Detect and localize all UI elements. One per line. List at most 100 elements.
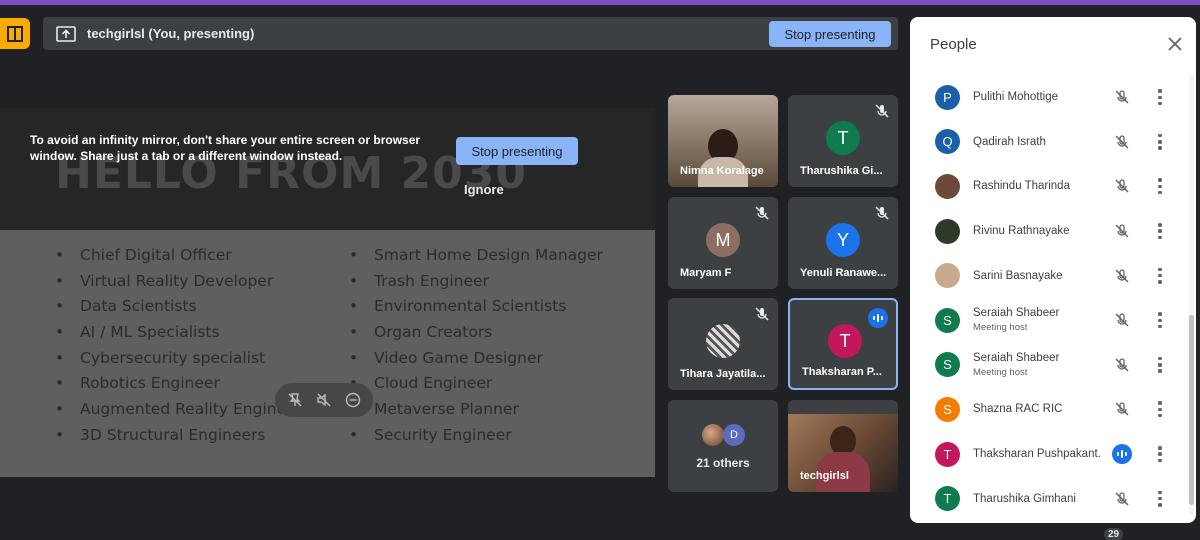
more-options-icon[interactable] — [1158, 356, 1162, 373]
avatar: S — [935, 352, 960, 378]
participant-name: Tharushika Gi... — [800, 165, 883, 177]
list-item: 3D Structural Engineers — [55, 426, 310, 452]
mic-off-icon — [1115, 269, 1129, 283]
list-item[interactable]: Rashindu Tharinda — [910, 164, 1188, 209]
right-job-list: Smart Home Design Manager Trash Engineer… — [349, 246, 603, 452]
participant-name: Pulithi Mohottige — [973, 91, 1059, 104]
close-icon[interactable] — [1166, 35, 1184, 53]
list-item[interactable]: Sarini Basnayake — [910, 253, 1188, 298]
list-item: Smart Home Design Manager — [349, 246, 603, 272]
participant-list: P Pulithi Mohottige Q Qadirah Israth Ras… — [910, 75, 1188, 521]
list-item[interactable]: S Seraiah Shabeer Meeting host — [910, 343, 1188, 388]
participant-name: Shazna RAC RIC — [973, 403, 1063, 416]
avatar: D — [723, 424, 745, 446]
participant-name: Thaksharan Pushpakant... — [973, 448, 1101, 461]
list-item: Cloud Engineer — [349, 374, 603, 400]
unpin-icon[interactable] — [285, 390, 305, 410]
people-scrollbar[interactable] — [1189, 75, 1194, 515]
participant-name: Seraiah Shabeer — [973, 351, 1060, 364]
participant-tile[interactable]: T Tharushika Gi... — [788, 95, 898, 187]
avatar: M — [706, 223, 740, 257]
list-item: Virtual Reality Developer — [55, 272, 310, 298]
list-item: Augmented Reality Engineers — [55, 400, 310, 426]
warning-text: To avoid an infinity mirror, don't share… — [30, 133, 421, 163]
participant-name: Nimna Koralage — [680, 165, 764, 177]
avatar — [935, 263, 960, 289]
remove-tile-icon[interactable] — [343, 390, 363, 410]
mic-off-icon — [1115, 135, 1129, 149]
warning-stop-presenting-button[interactable]: Stop presenting — [456, 137, 578, 165]
meet-logo-icon[interactable] — [0, 18, 30, 49]
participant-tile-active[interactable]: T Thaksharan P... — [788, 298, 898, 390]
list-item[interactable]: T Thaksharan Pushpakant... — [910, 432, 1188, 477]
list-item[interactable]: T Tharushika Gimhani — [910, 476, 1188, 521]
more-options-icon[interactable] — [1158, 446, 1162, 463]
mic-off-icon — [755, 307, 769, 321]
more-options-icon[interactable] — [1158, 178, 1162, 195]
mic-off-icon — [755, 206, 769, 220]
others-tile[interactable]: D 21 others — [668, 400, 778, 492]
participant-tile[interactable]: Tihara Jayatila... — [668, 298, 778, 390]
people-panel-title: People — [930, 36, 977, 53]
presenting-title: techgirlsl (You, presenting) — [87, 26, 255, 41]
stop-presenting-button[interactable]: Stop presenting — [769, 21, 891, 47]
more-options-icon[interactable] — [1158, 490, 1162, 507]
avatar: Q — [935, 129, 960, 155]
participant-name: Tihara Jayatila... — [680, 368, 766, 380]
avatar — [935, 173, 960, 199]
participant-tile[interactable]: Y Yenuli Ranawe... — [788, 197, 898, 289]
infinity-mirror-warning: HELLO FROM 2030 To avoid an infinity mir… — [0, 108, 655, 230]
more-options-icon[interactable] — [1158, 133, 1162, 150]
top-accent-strip — [0, 0, 1200, 5]
scrollbar-thumb[interactable] — [1189, 315, 1194, 505]
participant-name: Thaksharan P... — [802, 366, 882, 378]
more-options-icon[interactable] — [1158, 223, 1162, 240]
mic-off-icon — [1115, 402, 1129, 416]
avatar — [935, 218, 960, 244]
avatar: T — [935, 441, 960, 467]
more-options-icon[interactable] — [1158, 89, 1162, 106]
left-job-list: Chief Digital Officer Virtual Reality De… — [55, 246, 310, 452]
list-item: Video Game Designer — [349, 349, 603, 375]
participant-tile[interactable]: Nimna Koralage — [668, 95, 778, 187]
list-item: Data Scientists — [55, 297, 310, 323]
list-item: Environmental Scientists — [349, 297, 603, 323]
list-item[interactable]: S Shazna RAC RIC — [910, 387, 1188, 432]
mic-off-icon — [1115, 179, 1129, 193]
mic-off-icon — [1115, 224, 1129, 238]
list-item[interactable]: S Seraiah Shabeer Meeting host — [910, 298, 1188, 343]
more-options-icon[interactable] — [1158, 312, 1162, 329]
host-role-label: Meeting host — [973, 366, 1028, 378]
more-options-icon[interactable] — [1158, 401, 1162, 418]
participant-name: techgirlsl — [800, 470, 849, 482]
ignore-button[interactable]: Ignore — [464, 182, 504, 197]
self-tile[interactable]: techgirlsl — [788, 400, 898, 492]
mute-tile-icon[interactable] — [314, 390, 334, 410]
more-options-icon[interactable] — [1158, 267, 1162, 284]
mic-off-icon — [1115, 358, 1129, 372]
list-item: Organ Creators — [349, 323, 603, 349]
participant-name: Sarini Basnayake — [973, 269, 1063, 282]
avatar: T — [828, 324, 862, 358]
list-item[interactable]: P Pulithi Mohottige — [910, 75, 1188, 120]
others-count: 21 others — [696, 456, 750, 470]
avatar: Y — [826, 223, 860, 257]
present-screen-icon — [56, 25, 76, 42]
participant-tile[interactable]: M Maryam F — [668, 197, 778, 289]
host-role-label: Meeting host — [973, 321, 1028, 333]
avatar: P — [935, 84, 960, 110]
speaking-indicator-icon — [868, 308, 888, 328]
list-item: Cybersecurity specialist — [55, 349, 310, 375]
mic-off-icon — [1115, 491, 1129, 506]
avatar: T — [935, 486, 960, 512]
presenting-bar: techgirlsl (You, presenting) Stop presen… — [43, 17, 898, 50]
participant-name: Seraiah Shabeer — [973, 306, 1060, 319]
avatar — [702, 424, 724, 446]
list-item: AI / ML Specialists — [55, 323, 310, 349]
list-item: Chief Digital Officer — [55, 246, 310, 272]
avatar: T — [826, 121, 860, 155]
presenter-floating-controls — [275, 383, 373, 417]
avatar: S — [935, 396, 960, 422]
list-item[interactable]: Rivinu Rathnayake — [910, 209, 1188, 254]
list-item[interactable]: Q Qadirah Israth — [910, 120, 1188, 165]
